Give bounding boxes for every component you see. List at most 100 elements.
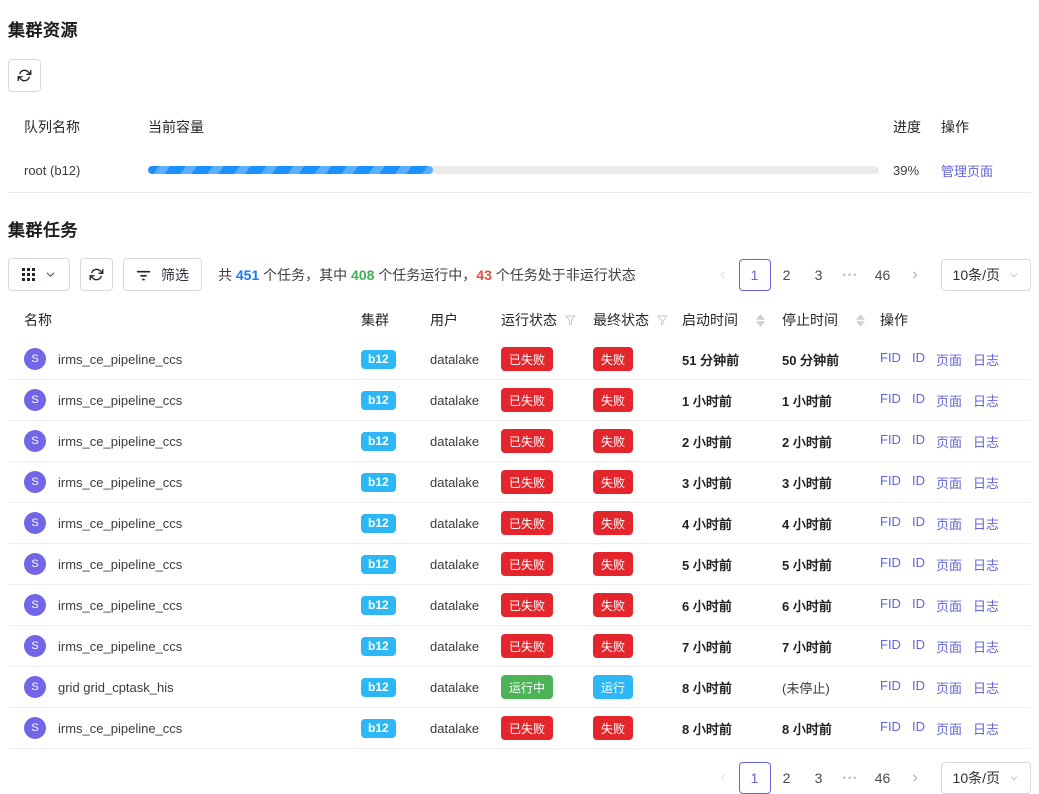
action-link-页面[interactable]: 页面 bbox=[936, 678, 962, 697]
col-progress: 进度 bbox=[893, 117, 941, 137]
action-link-日志[interactable]: 日志 bbox=[973, 473, 999, 492]
pagination-page-46[interactable]: 46 bbox=[867, 259, 899, 291]
run-status-badge: 已失败 bbox=[501, 634, 553, 658]
action-link-fid[interactable]: FID bbox=[880, 555, 901, 574]
action-link-页面[interactable]: 页面 bbox=[936, 555, 962, 574]
task-row: S irms_ce_pipeline_ccs b12 datalake 已失败 … bbox=[8, 380, 1031, 421]
start-time: 6 小时前 bbox=[682, 596, 782, 615]
pagination-page-1[interactable]: 1 bbox=[739, 762, 771, 794]
pagination-next-button[interactable] bbox=[899, 762, 931, 794]
action-link-日志[interactable]: 日志 bbox=[973, 637, 999, 656]
action-link-fid[interactable]: FID bbox=[880, 678, 901, 697]
funnel-icon[interactable] bbox=[657, 315, 668, 326]
start-time: 2 小时前 bbox=[682, 432, 782, 451]
action-link-fid[interactable]: FID bbox=[880, 719, 901, 738]
filter-button[interactable]: 筛选 bbox=[123, 258, 202, 291]
progress-value: 39% bbox=[893, 163, 941, 178]
task-name-cell: S irms_ce_pipeline_ccs bbox=[24, 553, 361, 575]
task-row: S irms_ce_pipeline_ccs b12 datalake 已失败 … bbox=[8, 585, 1031, 626]
action-link-页面[interactable]: 页面 bbox=[936, 596, 962, 615]
queue-name: root (b12) bbox=[24, 163, 140, 178]
row-actions: FID ID 页面日志 bbox=[880, 637, 1015, 656]
task-row: S irms_ce_pipeline_ccs b12 datalake 已失败 … bbox=[8, 544, 1031, 585]
pagination-page-3[interactable]: 3 bbox=[803, 762, 835, 794]
action-link-fid[interactable]: FID bbox=[880, 514, 901, 533]
page-size-select[interactable]: 10条/页 bbox=[941, 259, 1031, 291]
pagination: 123•••46 bbox=[707, 259, 931, 291]
action-link-页面[interactable]: 页面 bbox=[936, 350, 962, 369]
pagination-ellipsis[interactable]: ••• bbox=[835, 762, 867, 794]
pagination-page-2[interactable]: 2 bbox=[771, 259, 803, 291]
sort-carets-icon[interactable] bbox=[756, 314, 765, 327]
action-link-页面[interactable]: 页面 bbox=[936, 473, 962, 492]
pagination-ellipsis[interactable]: ••• bbox=[835, 259, 867, 291]
task-name-cell: S irms_ce_pipeline_ccs bbox=[24, 471, 361, 493]
action-link-fid[interactable]: FID bbox=[880, 350, 901, 369]
pagination-page-46[interactable]: 46 bbox=[867, 762, 899, 794]
run-status-badge: 已失败 bbox=[501, 470, 553, 494]
cluster-badge: b12 bbox=[361, 637, 396, 656]
page-size-select[interactable]: 10条/页 bbox=[941, 762, 1031, 794]
resources-refresh-button[interactable] bbox=[8, 59, 41, 92]
action-link-fid[interactable]: FID bbox=[880, 391, 901, 410]
avatar: S bbox=[24, 717, 46, 739]
action-link-id[interactable]: ID bbox=[912, 637, 925, 656]
top-pager-group: 123•••46 10条/页 bbox=[707, 259, 1031, 291]
action-link-id[interactable]: ID bbox=[912, 514, 925, 533]
action-link-id[interactable]: ID bbox=[912, 678, 925, 697]
task-name: irms_ce_pipeline_ccs bbox=[58, 434, 182, 449]
action-link-id[interactable]: ID bbox=[912, 391, 925, 410]
sort-carets-icon[interactable] bbox=[856, 314, 865, 327]
bottom-pager-group: 123•••46 10条/页 bbox=[8, 762, 1031, 794]
final-status-badge: 失败 bbox=[593, 347, 633, 371]
pagination-next-button[interactable] bbox=[899, 259, 931, 291]
task-name: irms_ce_pipeline_ccs bbox=[58, 393, 182, 408]
pagination-prev-button[interactable] bbox=[707, 762, 739, 794]
action-link-日志[interactable]: 日志 bbox=[973, 719, 999, 738]
action-link-id[interactable]: ID bbox=[912, 555, 925, 574]
funnel-icon[interactable] bbox=[565, 315, 576, 326]
action-link-日志[interactable]: 日志 bbox=[973, 596, 999, 615]
action-link-fid[interactable]: FID bbox=[880, 596, 901, 615]
pagination-page-3[interactable]: 3 bbox=[803, 259, 835, 291]
pagination-page-2[interactable]: 2 bbox=[771, 762, 803, 794]
run-status-badge: 运行中 bbox=[501, 675, 553, 699]
final-status-badge: 失败 bbox=[593, 634, 633, 658]
layout-switcher-button[interactable] bbox=[8, 258, 70, 291]
action-link-id[interactable]: ID bbox=[912, 350, 925, 369]
final-status-badge: 失败 bbox=[593, 593, 633, 617]
action-link-fid[interactable]: FID bbox=[880, 432, 901, 451]
action-link-id[interactable]: ID bbox=[912, 719, 925, 738]
cluster-badge: b12 bbox=[361, 432, 396, 451]
manage-page-link[interactable]: 管理页面 bbox=[941, 164, 993, 179]
action-link-日志[interactable]: 日志 bbox=[973, 555, 999, 574]
col-final-status: 最终状态 bbox=[593, 310, 682, 330]
action-link-id[interactable]: ID bbox=[912, 432, 925, 451]
cluster-resources-title: 集群资源 bbox=[8, 16, 1031, 41]
action-link-id[interactable]: ID bbox=[912, 473, 925, 492]
cluster-badge: b12 bbox=[361, 473, 396, 492]
col-stop-time: 停止时间 bbox=[782, 310, 880, 330]
action-link-页面[interactable]: 页面 bbox=[936, 637, 962, 656]
pagination-prev-button[interactable] bbox=[707, 259, 739, 291]
action-link-id[interactable]: ID bbox=[912, 596, 925, 615]
action-link-日志[interactable]: 日志 bbox=[973, 350, 999, 369]
action-link-日志[interactable]: 日志 bbox=[973, 514, 999, 533]
final-status-badge: 运行 bbox=[593, 675, 633, 699]
summary-text: 共 bbox=[218, 267, 236, 283]
capacity-progress-bar bbox=[148, 166, 879, 174]
pagination-page-1[interactable]: 1 bbox=[739, 259, 771, 291]
action-link-日志[interactable]: 日志 bbox=[973, 391, 999, 410]
action-link-fid[interactable]: FID bbox=[880, 637, 901, 656]
start-time: 51 分钟前 bbox=[682, 350, 782, 369]
action-link-页面[interactable]: 页面 bbox=[936, 719, 962, 738]
action-link-fid[interactable]: FID bbox=[880, 473, 901, 492]
action-link-日志[interactable]: 日志 bbox=[973, 432, 999, 451]
action-link-页面[interactable]: 页面 bbox=[936, 391, 962, 410]
action-link-页面[interactable]: 页面 bbox=[936, 514, 962, 533]
action-link-页面[interactable]: 页面 bbox=[936, 432, 962, 451]
action-link-日志[interactable]: 日志 bbox=[973, 678, 999, 697]
row-actions: FID ID 页面日志 bbox=[880, 596, 1015, 615]
run-status-badge: 已失败 bbox=[501, 388, 553, 412]
tasks-refresh-button[interactable] bbox=[80, 258, 113, 291]
